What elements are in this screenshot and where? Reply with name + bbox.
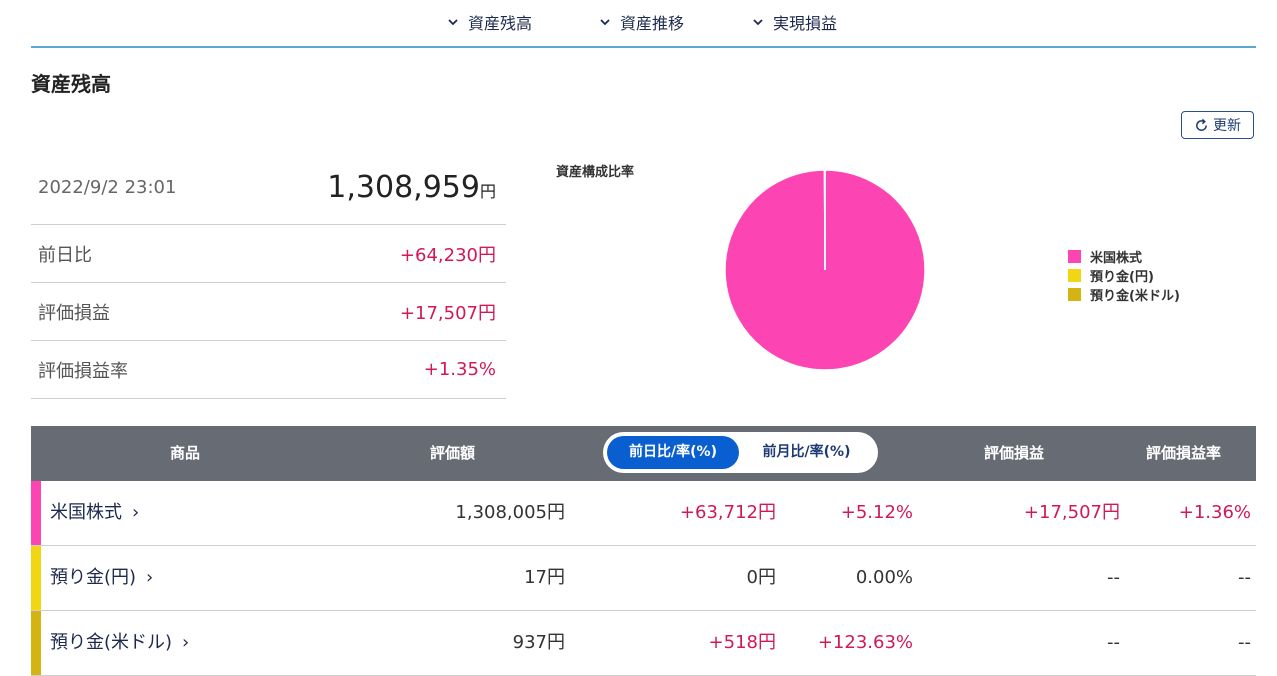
product-link-deposit-usd[interactable]: 預り金(米ドル)›: [50, 611, 189, 675]
change-period-toggle: 前日比/率(%) 前月比/率(%): [603, 432, 878, 473]
header-value: 評価額: [430, 426, 475, 481]
cell-value: 17円: [524, 546, 565, 610]
nav-label: 資産推移: [620, 10, 684, 34]
cell-value: 937円: [513, 611, 565, 675]
chart-legend: 米国株式預り金(円)預り金(米ドル): [1068, 247, 1180, 304]
cell-change-rate: +123.63%: [818, 611, 913, 675]
nav-asset-trend[interactable]: 資産推移: [599, 10, 684, 34]
summary-panel: 2022/9/2 23:01 1,308,959円 前日比 +64,230円 評…: [31, 150, 506, 399]
summary-datetime: 2022/9/2 23:01: [38, 177, 176, 198]
product-name: 米国株式: [50, 481, 122, 545]
table-row: 米国株式› 1,308,005円 +63,712円 +5.12% +17,507…: [31, 481, 1256, 546]
chevron-right-icon: ›: [182, 611, 189, 675]
product-name: 預り金(円): [50, 546, 136, 610]
summary-label: 前日比: [38, 241, 92, 267]
legend-label: 米国株式: [1090, 247, 1142, 266]
summary-row-unrealized-pl: 評価損益 +17,507円: [31, 283, 506, 341]
cell-pl: +17,507円: [1024, 481, 1120, 545]
cell-pl-rate: --: [1238, 546, 1251, 610]
cell-change: 0円: [747, 546, 776, 610]
total-unit: 円: [480, 182, 496, 201]
cell-change-rate: +5.12%: [841, 481, 913, 545]
summary-total: 1,308,959円: [327, 170, 496, 205]
header-pl-rate: 評価損益率: [1146, 426, 1221, 481]
cell-change: +63,712円: [680, 481, 776, 545]
nav-asset-balance[interactable]: 資産残高: [447, 10, 532, 34]
chevron-down-icon: [447, 16, 459, 28]
table-header: 商品 評価額 前日比/率(%) 前月比/率(%) 評価損益 評価損益率: [31, 426, 1256, 481]
table-row: 預り金(円)› 17円 0円 0.00% -- --: [31, 546, 1256, 611]
summary-total-row: 2022/9/2 23:01 1,308,959円: [31, 150, 506, 225]
product-link-deposit-jpy[interactable]: 預り金(円)›: [50, 546, 153, 610]
toggle-daily-change[interactable]: 前日比/率(%): [607, 436, 739, 469]
legend-item: 預り金(円): [1068, 266, 1180, 285]
chart-title: 資産構成比率: [556, 161, 634, 180]
top-nav: 資産残高 資産推移 実現損益: [31, 0, 1256, 48]
summary-value: +1.35%: [424, 359, 496, 380]
cell-pl: --: [1107, 611, 1120, 675]
header-product: 商品: [170, 426, 200, 481]
cell-change-rate: 0.00%: [856, 546, 913, 610]
table-row: 預り金(米ドル)› 937円 +518円 +123.63% -- --: [31, 611, 1256, 676]
summary-row-unrealized-pl-rate: 評価損益率 +1.35%: [31, 341, 506, 399]
cell-value: 1,308,005円: [455, 481, 565, 545]
summary-label: 評価損益: [38, 299, 110, 325]
toggle-monthly-change[interactable]: 前月比/率(%): [739, 436, 874, 469]
total-amount: 1,308,959: [327, 170, 480, 205]
summary-label: 評価損益率: [38, 357, 128, 383]
legend-item: 米国株式: [1068, 247, 1180, 266]
cell-pl-rate: --: [1238, 611, 1251, 675]
chevron-down-icon: [752, 16, 764, 28]
row-color-bar: [31, 611, 41, 675]
row-color-bar: [31, 546, 41, 610]
nav-realized-pl[interactable]: 実現損益: [752, 10, 837, 34]
refresh-button[interactable]: 更新: [1181, 111, 1254, 139]
page-title: 資産残高: [31, 68, 111, 97]
product-link-us-stocks[interactable]: 米国株式›: [50, 481, 139, 545]
summary-value: +64,230円: [400, 241, 496, 267]
chevron-down-icon: [599, 16, 611, 28]
row-color-bar: [31, 481, 41, 545]
legend-swatch: [1068, 288, 1081, 301]
refresh-label: 更新: [1213, 115, 1241, 135]
legend-swatch: [1068, 250, 1081, 263]
nav-label: 資産残高: [468, 10, 532, 34]
product-name: 預り金(米ドル): [50, 611, 172, 675]
chevron-right-icon: ›: [146, 546, 153, 610]
legend-label: 預り金(米ドル): [1090, 285, 1180, 304]
legend-swatch: [1068, 269, 1081, 282]
header-pl: 評価損益: [984, 426, 1044, 481]
nav-label: 実現損益: [773, 10, 837, 34]
cell-change: +518円: [709, 611, 776, 675]
summary-row-daily-change: 前日比 +64,230円: [31, 225, 506, 283]
cell-pl: --: [1107, 546, 1120, 610]
chevron-right-icon: ›: [132, 481, 139, 545]
legend-label: 預り金(円): [1090, 266, 1154, 285]
holdings-table: 商品 評価額 前日比/率(%) 前月比/率(%) 評価損益 評価損益率 米国株式…: [31, 426, 1256, 676]
summary-value: +17,507円: [400, 299, 496, 325]
asset-pie-chart: [725, 170, 925, 370]
refresh-icon: [1194, 118, 1209, 133]
cell-pl-rate: +1.36%: [1179, 481, 1251, 545]
legend-item: 預り金(米ドル): [1068, 285, 1180, 304]
